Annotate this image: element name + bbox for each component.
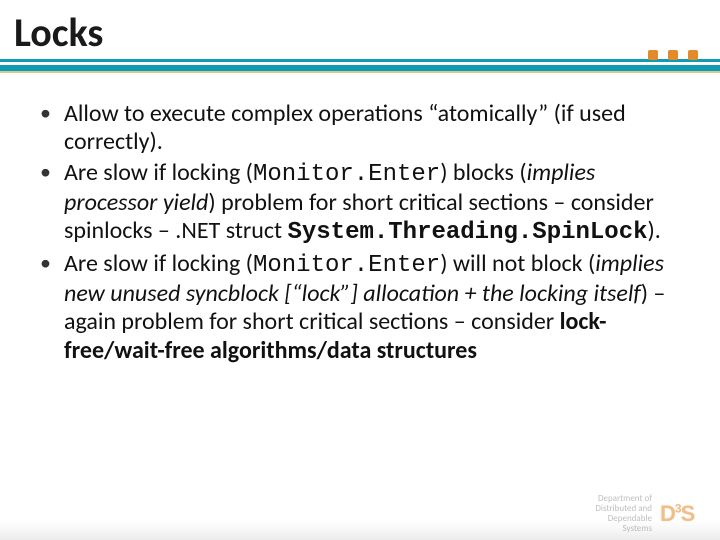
d3s-logo: D3S [660,499,706,529]
text-segment: System.Threading.SpinLock [287,219,647,246]
bullet-item: Are slow if locking (Monitor.Enter) bloc… [36,159,692,248]
footer-text: Department of Distributed and Dependable… [595,494,652,534]
decorative-dots [648,50,698,60]
text-segment: Are slow if locking ( [64,158,253,187]
text-segment: ). [648,216,661,245]
slide: Locks Allow to execute complex operation… [0,0,720,540]
footer: Department of Distributed and Dependable… [595,494,706,534]
bullet-item: Are slow if locking (Monitor.Enter) will… [36,250,692,365]
content-area: Allow to execute complex operations “ato… [36,100,692,367]
slide-title: Locks [14,8,103,57]
text-segment: Monitor.Enter [253,161,440,188]
title-divider [0,62,720,72]
text-segment: Are slow if locking ( [64,249,253,278]
text-segment: Monitor.Enter [253,252,440,279]
bullet-item: Allow to execute complex operations “ato… [36,100,692,157]
dot-icon [648,50,658,60]
text-segment: ) will not block ( [440,249,595,278]
bullet-list: Allow to execute complex operations “ato… [36,100,692,365]
text-segment: Allow to execute complex operations “ato… [64,99,626,156]
dot-icon [668,50,678,60]
dot-icon [688,50,698,60]
text-segment: ) blocks ( [440,158,526,187]
logo-text: D3S [660,501,694,527]
footer-line: Systems [595,524,652,534]
